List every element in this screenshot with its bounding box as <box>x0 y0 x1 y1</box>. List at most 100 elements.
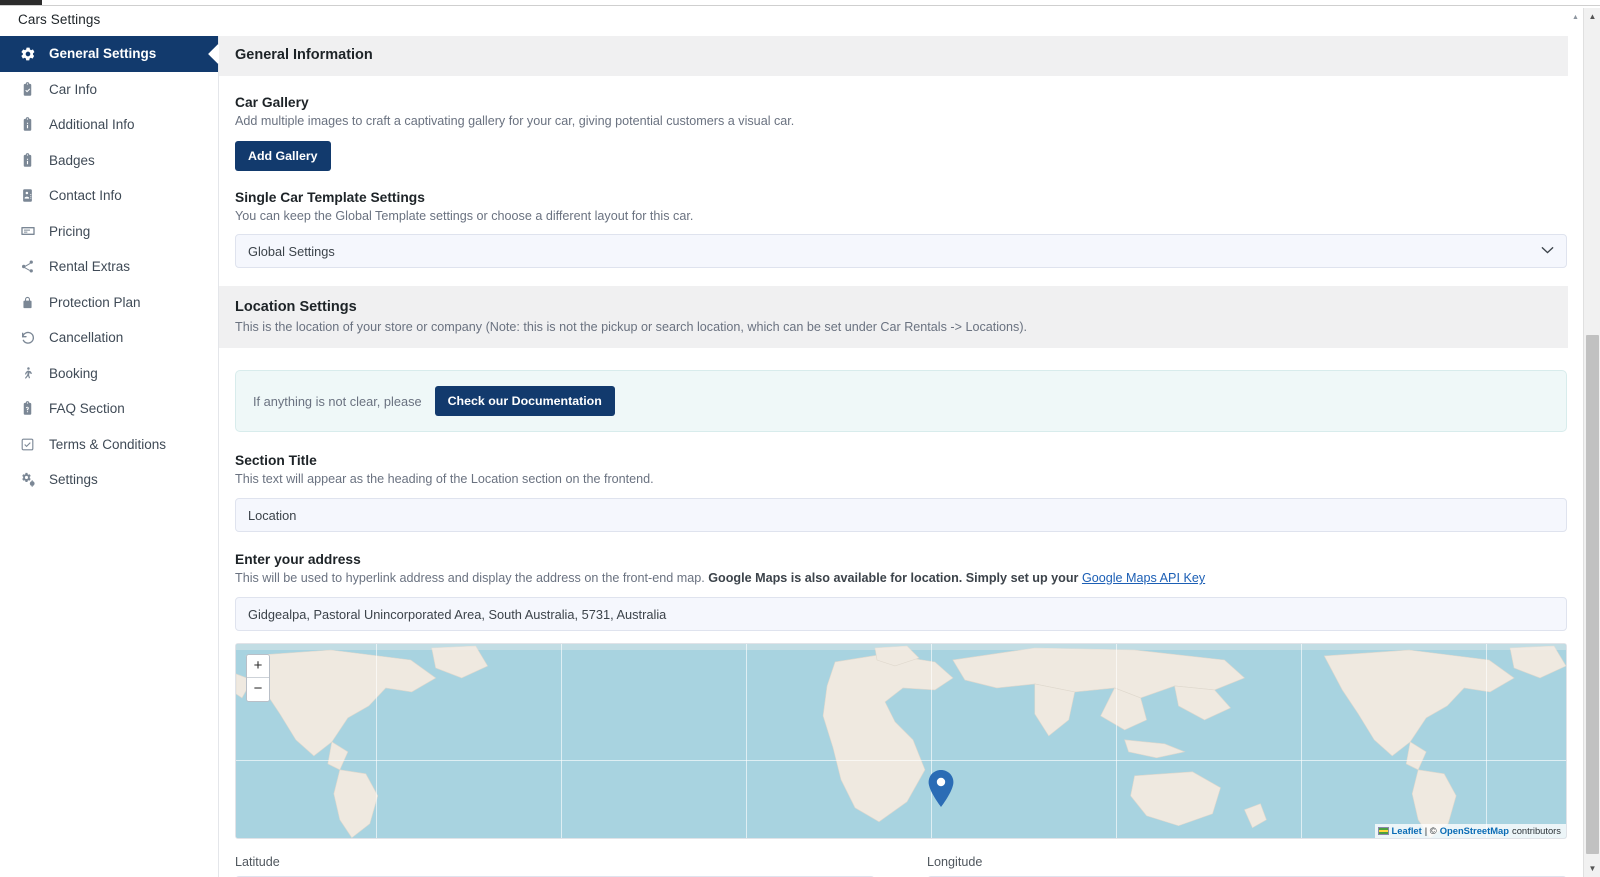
map-tile-grid <box>236 644 1566 838</box>
section-title-group: Section Title This text will appear as t… <box>219 432 1583 532</box>
longitude-label: Longitude <box>927 855 983 869</box>
sidebar-item-car-info[interactable]: Car Info <box>0 72 218 108</box>
leaflet-link[interactable]: Leaflet <box>1392 825 1422 837</box>
section-heading: General Information <box>235 47 373 63</box>
address-input[interactable]: Gidgealpa, Pastoral Unincorporated Area,… <box>235 597 1567 631</box>
sidebar-item-booking[interactable]: Booking <box>0 356 218 392</box>
address-description-bold: Google Maps is also available for locati… <box>708 571 1082 585</box>
sidebar-item-label: Additional Info <box>49 117 135 133</box>
address-description: This will be used to hyperlink address a… <box>235 571 1567 585</box>
sidebar-item-label: General Settings <box>49 46 157 62</box>
map-zoom-controls[interactable]: + − <box>246 654 270 702</box>
sidebar-item-cancellation[interactable]: Cancellation <box>0 320 218 356</box>
person-walking-icon <box>19 365 36 382</box>
section-header-location-settings: Location Settings This is the location o… <box>219 286 1583 348</box>
lock-icon <box>19 294 36 311</box>
settings-main-panel: General Information Car Gallery Add mult… <box>219 36 1583 877</box>
attribution-separator: | © <box>1424 825 1437 836</box>
google-maps-api-key-link[interactable]: Google Maps API Key <box>1082 571 1205 585</box>
gears-icon <box>19 471 36 488</box>
sidebar-item-pricing[interactable]: Pricing <box>0 214 218 250</box>
car-gallery-title: Car Gallery <box>235 95 309 110</box>
contact-card-icon <box>19 187 36 204</box>
add-gallery-button[interactable]: Add Gallery <box>235 141 331 171</box>
car-gallery-group: Car Gallery Add multiple images to craft… <box>219 76 1583 171</box>
map-zoom-in-button[interactable]: + <box>247 655 269 678</box>
sidebar-item-badges[interactable]: Badges <box>0 143 218 179</box>
clipboard-question-icon <box>19 400 36 417</box>
longitude-group: Longitude 139.92006959772965 <box>927 855 1567 877</box>
coordinates-group: Latitude -27.68352808378776 Longitude 13… <box>219 839 1583 877</box>
scrollbar-thumb[interactable] <box>1586 335 1599 854</box>
browser-chrome-strip <box>0 0 1600 8</box>
sidebar-item-label: Protection Plan <box>49 294 141 310</box>
sidebar-item-label: Car Info <box>49 81 98 97</box>
gear-icon <box>19 45 36 62</box>
browser-tab-divider <box>0 5 1600 6</box>
section-title-value: Location <box>248 507 297 523</box>
clipboard-check-icon <box>19 81 36 98</box>
sidebar-item-additional-info[interactable]: Additional Info <box>0 107 218 143</box>
inner-scroll-up-arrow[interactable]: ▲ <box>1568 10 1583 24</box>
checkbox-square-icon <box>19 436 36 453</box>
sidebar-item-settings[interactable]: Settings <box>0 462 218 498</box>
sidebar-item-protection-plan[interactable]: Protection Plan <box>0 285 218 321</box>
sidebar-item-terms-conditions[interactable]: Terms & Conditions <box>0 427 218 463</box>
location-map[interactable]: + − Leaflet | © OpenStreetMap contributo… <box>235 643 1567 839</box>
sidebar-item-label: Contact Info <box>49 188 122 204</box>
map-attribution: Leaflet | © OpenStreetMap contributors <box>1374 824 1566 838</box>
map-zoom-out-button[interactable]: − <box>247 678 269 701</box>
documentation-notice-text: If anything is not clear, please <box>253 393 422 409</box>
sidebar-item-label: Settings <box>49 472 98 488</box>
template-select[interactable]: Global Settings <box>235 234 1567 268</box>
sidebar-item-contact-info[interactable]: Contact Info <box>0 178 218 214</box>
single-car-template-group: Single Car Template Settings You can kee… <box>219 171 1583 268</box>
location-settings-subheading: This is the location of your store or co… <box>235 320 1028 334</box>
scroll-down-arrow[interactable]: ▼ <box>1584 860 1600 877</box>
sidebar-item-label: Cancellation <box>49 330 124 346</box>
template-select-value: Global Settings <box>248 243 335 259</box>
single-car-template-description: You can keep the Global Template setting… <box>235 209 694 223</box>
single-car-template-title: Single Car Template Settings <box>235 190 425 205</box>
page-scrollbar[interactable]: ▲ ▼ <box>1583 8 1600 877</box>
latitude-label: Latitude <box>235 855 280 869</box>
sidebar-item-label: FAQ Section <box>49 401 125 417</box>
sidebar-item-general-settings[interactable]: General Settings <box>0 36 228 72</box>
page-title: Cars Settings <box>18 12 101 27</box>
address-value: Gidgealpa, Pastoral Unincorporated Area,… <box>248 606 667 622</box>
address-description-part1: This will be used to hyperlink address a… <box>235 571 709 585</box>
badge-icon <box>19 152 36 169</box>
location-settings-heading: Location Settings <box>235 299 357 315</box>
sidebar-item-rental-extras[interactable]: Rental Extras <box>0 249 218 285</box>
documentation-notice-group: If anything is not clear, please Check o… <box>219 348 1583 432</box>
map-group: + − Leaflet | © OpenStreetMap contributo… <box>219 631 1583 839</box>
attribution-suffix: contributors <box>1512 825 1561 836</box>
sidebar-item-label: Terms & Conditions <box>49 436 167 452</box>
latitude-group: Latitude -27.68352808378776 <box>235 855 875 877</box>
address-label: Enter your address <box>235 552 361 567</box>
location-marker[interactable] <box>928 770 954 813</box>
documentation-notice: If anything is not clear, please Check o… <box>235 370 1567 432</box>
clipboard-info-icon <box>19 116 36 133</box>
sidebar-item-label: Badges <box>49 152 95 168</box>
settings-page: Cars Settings General Settings Car Info … <box>0 8 1600 877</box>
address-group: Enter your address This will be used to … <box>219 532 1583 631</box>
section-title-label: Section Title <box>235 453 317 468</box>
check-documentation-button[interactable]: Check our Documentation <box>434 386 615 416</box>
ukraine-flag-icon <box>1377 827 1389 835</box>
chevron-down-icon <box>1541 246 1554 257</box>
section-title-input[interactable]: Location <box>235 498 1567 532</box>
openstreetmap-link[interactable]: OpenStreetMap <box>1440 825 1509 837</box>
inner-scrollbar[interactable]: ▲ <box>1568 8 1583 877</box>
share-nodes-icon <box>19 258 36 275</box>
scroll-up-arrow[interactable]: ▲ <box>1584 8 1600 25</box>
price-tag-icon <box>19 223 36 240</box>
sidebar-item-label: Booking <box>49 365 98 381</box>
settings-sidebar: General Settings Car Info Additional Inf… <box>0 36 228 877</box>
sidebar-item-label: Rental Extras <box>49 259 131 275</box>
car-gallery-description: Add multiple images to craft a captivati… <box>235 114 795 128</box>
section-title-description: This text will appear as the heading of … <box>235 472 654 486</box>
undo-arrow-icon <box>19 329 36 346</box>
section-header-general-information: General Information <box>219 36 1583 76</box>
sidebar-item-faq-section[interactable]: FAQ Section <box>0 391 218 427</box>
